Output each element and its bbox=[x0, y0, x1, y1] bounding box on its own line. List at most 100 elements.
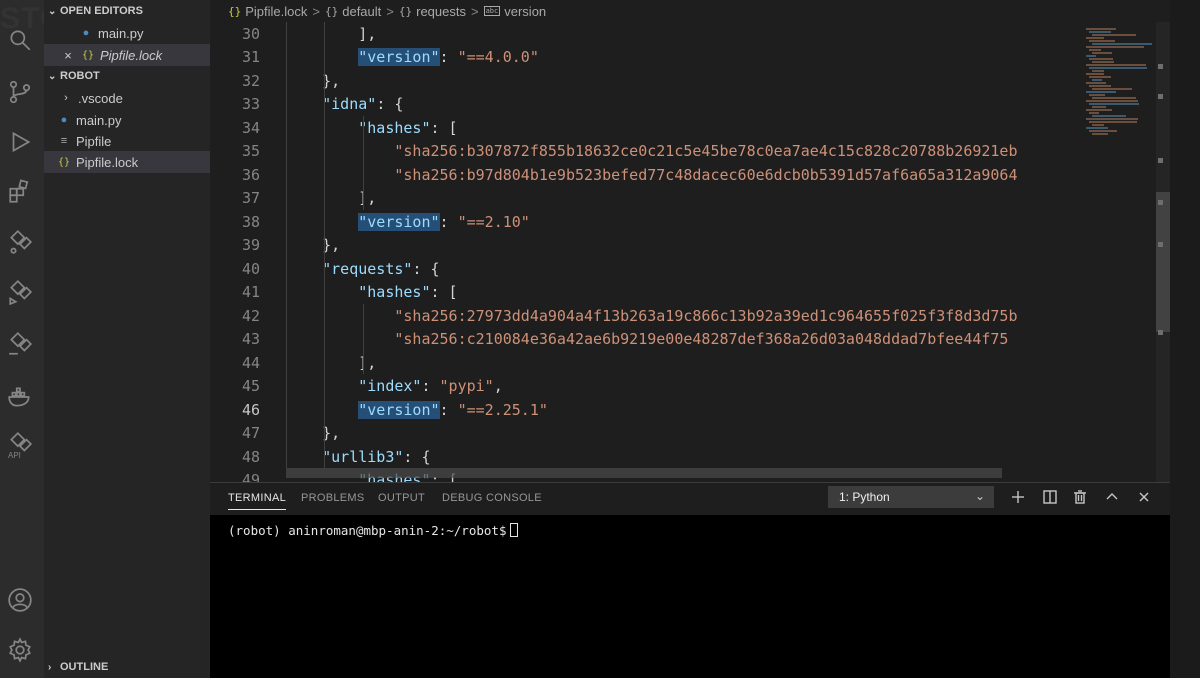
settings-icon[interactable] bbox=[6, 636, 34, 664]
line-number: 31 bbox=[241, 48, 260, 66]
minimap-line bbox=[1089, 112, 1099, 114]
api-label: API bbox=[8, 451, 21, 460]
outline-header[interactable]: › OUTLINE bbox=[48, 661, 108, 673]
tab-problems[interactable]: PROBLEMS bbox=[301, 492, 365, 504]
code-line: "version": "==2.25.1" bbox=[286, 399, 548, 423]
code-line: ], bbox=[286, 23, 376, 47]
json-key: "version" bbox=[358, 48, 440, 66]
account-icon[interactable] bbox=[6, 586, 34, 614]
line-number: 39 bbox=[241, 236, 260, 254]
scrollbar-thumb[interactable] bbox=[1156, 192, 1170, 332]
breadcrumb: {} Pipfile.lock > {} default > {} reques… bbox=[210, 0, 1200, 22]
line-number: 37 bbox=[241, 189, 260, 207]
breadcrumb-separator: > bbox=[471, 3, 479, 19]
new-terminal-icon[interactable] bbox=[1008, 487, 1028, 507]
tree-item-pipfile[interactable]: ≡ Pipfile bbox=[44, 130, 210, 152]
tree-item-pipfile-lock[interactable]: {} Pipfile.lock bbox=[44, 151, 210, 173]
punctuation: : bbox=[439, 212, 458, 231]
json-key: "hashes" bbox=[358, 118, 431, 137]
open-editors-header[interactable]: ⌄ OPEN EDITORS bbox=[48, 5, 143, 17]
code-line: "requests": { bbox=[286, 258, 440, 282]
remote-icon-1[interactable] bbox=[6, 228, 34, 256]
tab-output[interactable]: OUTPUT bbox=[378, 492, 425, 504]
punctuation: : [ bbox=[430, 283, 458, 301]
chevron-up-icon[interactable] bbox=[1102, 487, 1122, 507]
json-key: "urllib3" bbox=[322, 447, 404, 466]
close-icon[interactable]: × bbox=[60, 48, 76, 63]
source-control-icon[interactable] bbox=[6, 78, 34, 106]
minimap-line bbox=[1086, 28, 1116, 30]
terminal-select[interactable]: 1: Python ⌄ bbox=[828, 486, 994, 508]
minimap-line bbox=[1089, 94, 1105, 96]
terminal-output[interactable]: (robot) aninroman@mbp-anin-2:~/robot$ bbox=[210, 515, 1170, 678]
split-terminal-icon[interactable] bbox=[1040, 487, 1060, 507]
minimap-line bbox=[1086, 109, 1112, 111]
run-debug-icon[interactable] bbox=[6, 128, 34, 156]
minimap-line bbox=[1089, 67, 1147, 69]
overview-marker bbox=[1158, 242, 1163, 247]
breadcrumb-default[interactable]: default bbox=[342, 4, 381, 19]
remote-icon-2[interactable] bbox=[6, 278, 34, 306]
vertical-scrollbar[interactable] bbox=[1156, 22, 1170, 482]
object-icon: {} bbox=[398, 4, 413, 18]
remote-icon-3[interactable] bbox=[6, 330, 34, 358]
code-line: "hashes": [ bbox=[286, 117, 457, 141]
open-editor-pipfile-lock[interactable]: × {} Pipfile.lock bbox=[44, 44, 210, 66]
json-file-icon: {} bbox=[228, 4, 242, 18]
minimap[interactable] bbox=[1080, 22, 1156, 482]
tab-debug-console[interactable]: DEBUG CONSOLE bbox=[442, 492, 542, 504]
breadcrumb-version[interactable]: version bbox=[504, 4, 546, 19]
line-number: 45 bbox=[241, 377, 260, 395]
json-key: "version" bbox=[358, 212, 440, 231]
punctuation: ], bbox=[358, 189, 377, 207]
open-editor-main-py[interactable]: ● main.py bbox=[44, 22, 210, 44]
minimap-line bbox=[1086, 127, 1108, 129]
punctuation: : { bbox=[412, 259, 440, 278]
minimap-line bbox=[1092, 70, 1104, 72]
close-icon[interactable] bbox=[1134, 487, 1154, 507]
code-line: "index": "pypi", bbox=[286, 375, 503, 399]
docker-icon[interactable] bbox=[6, 383, 34, 411]
code-editor[interactable]: 30 31 32 33 34 35 36 37 38 39 40 41 42 43 44 45 46 47 48 49… bbox=[210, 22, 1080, 482]
tab-terminal[interactable]: TERMINAL bbox=[228, 492, 287, 510]
extensions-icon[interactable] bbox=[6, 178, 34, 206]
minimap-line bbox=[1089, 31, 1111, 33]
minimap-line bbox=[1089, 130, 1117, 132]
line-number: 35 bbox=[241, 142, 260, 160]
minimap-line bbox=[1086, 73, 1104, 75]
tree-item-vscode[interactable]: › .vscode bbox=[44, 87, 210, 109]
minimap-line bbox=[1092, 88, 1132, 90]
tree-item-main-py[interactable]: ● main.py bbox=[44, 109, 210, 131]
string-icon: abc bbox=[483, 6, 501, 16]
bottom-panel: TERMINAL PROBLEMS OUTPUT DEBUG CONSOLE 1… bbox=[210, 482, 1170, 678]
minimap-line bbox=[1092, 43, 1152, 45]
json-key: "index" bbox=[358, 377, 422, 395]
python-file-icon: ● bbox=[82, 27, 90, 39]
minimap-line bbox=[1086, 82, 1106, 84]
terminal-prompt: (robot) aninroman@mbp-anin-2:~/robot$ bbox=[228, 523, 519, 538]
trash-icon[interactable] bbox=[1070, 487, 1090, 507]
folder-header[interactable]: ⌄ ROBOT bbox=[48, 70, 100, 82]
minimap-line bbox=[1089, 85, 1111, 87]
breadcrumb-requests[interactable]: requests bbox=[416, 4, 466, 19]
minimap-line bbox=[1086, 100, 1138, 102]
minimap-line bbox=[1089, 49, 1101, 51]
breadcrumb-file[interactable]: Pipfile.lock bbox=[245, 4, 307, 19]
code-line: "version": "==2.10" bbox=[286, 211, 530, 235]
search-icon[interactable] bbox=[6, 26, 34, 54]
json-string: "sha256:c210084e36a42ae6b9219e00e48287de… bbox=[394, 330, 1009, 348]
horizontal-scrollbar[interactable] bbox=[286, 468, 1002, 478]
json-string: "==4.0.0" bbox=[457, 48, 539, 66]
minimap-line bbox=[1089, 40, 1115, 42]
